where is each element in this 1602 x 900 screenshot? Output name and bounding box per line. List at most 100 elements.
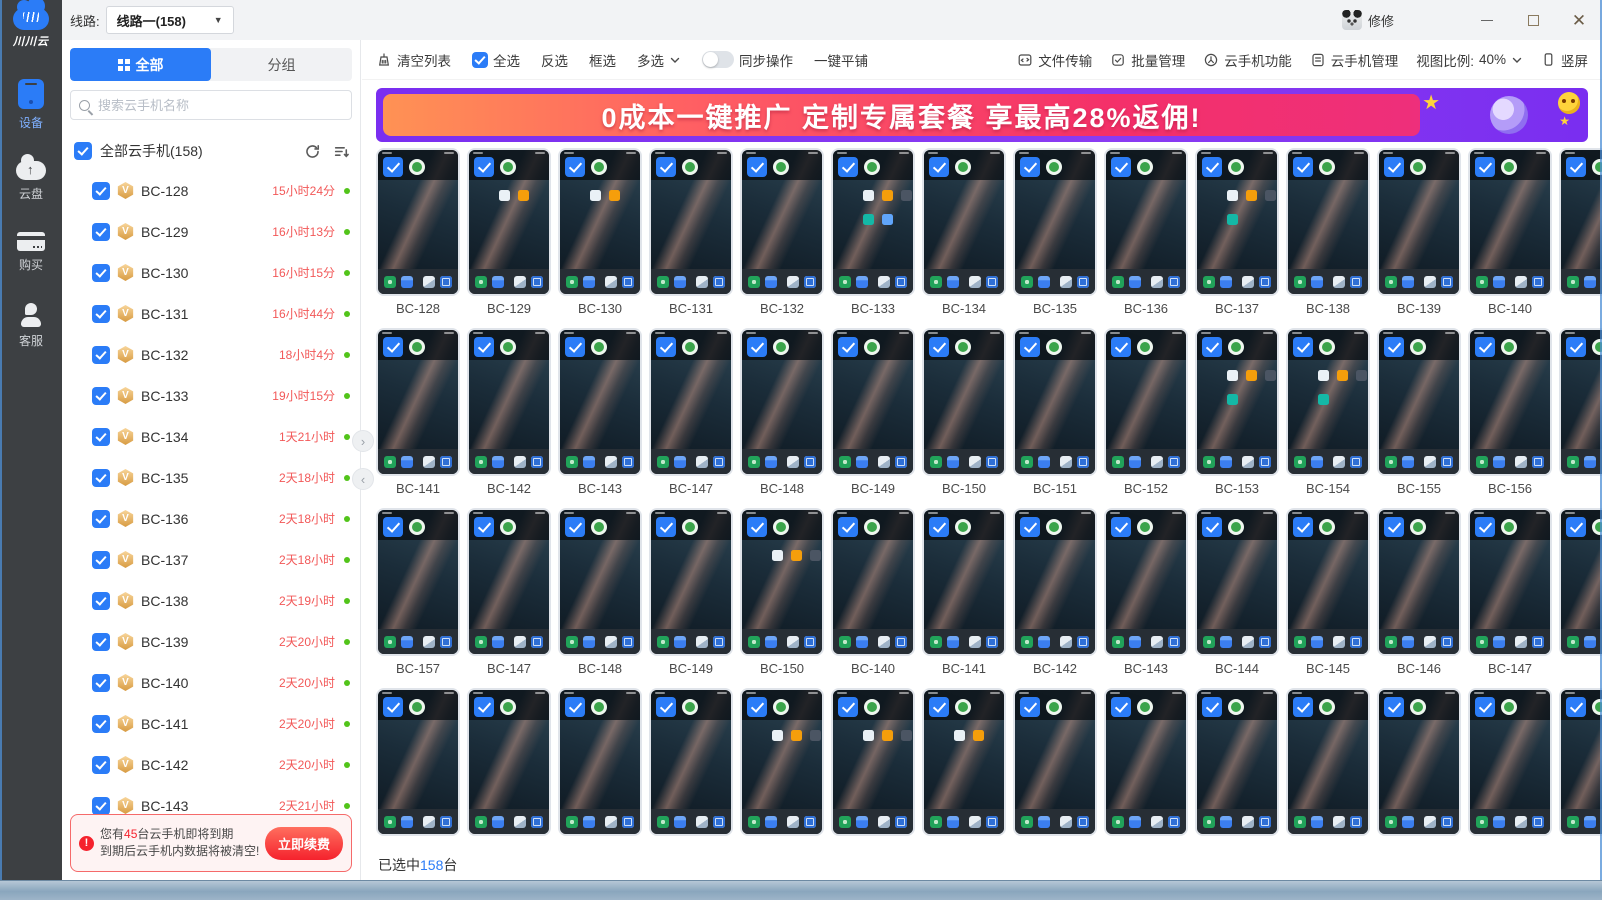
phone-checkbox[interactable] (1475, 517, 1495, 537)
phone-screen[interactable] (740, 148, 824, 296)
phone-screen[interactable] (1013, 688, 1097, 836)
close-button[interactable]: ✕ (1556, 0, 1602, 40)
phone-cell[interactable]: BC-150 (922, 328, 1006, 500)
phone-screen[interactable] (1286, 328, 1370, 476)
multi-select-dropdown[interactable]: 多选 (637, 50, 681, 70)
phone-checkbox[interactable] (383, 337, 403, 357)
phone-checkbox[interactable] (565, 337, 585, 357)
phone-checkbox[interactable] (838, 517, 858, 537)
sidebar-item-purchase[interactable]: 购买 (17, 232, 45, 273)
phone-cell-partial[interactable] (1559, 688, 1602, 850)
phone-screen[interactable] (1559, 328, 1602, 476)
phone-checkbox[interactable] (929, 517, 949, 537)
phone-checkbox[interactable] (1111, 697, 1131, 717)
phone-checkbox[interactable] (1020, 697, 1040, 717)
phone-cell[interactable]: BC-151 (1013, 328, 1097, 500)
phone-screen[interactable] (376, 328, 460, 476)
device-row[interactable]: V BC-130 16小时15分 (62, 252, 360, 293)
phone-cell[interactable]: BC-143 (558, 328, 642, 500)
phone-screen[interactable] (1286, 688, 1370, 836)
phone-screen[interactable] (922, 688, 1006, 836)
phone-cell-partial[interactable] (1559, 508, 1602, 680)
phone-screen[interactable] (831, 688, 915, 836)
device-checkbox[interactable] (92, 387, 110, 405)
phone-checkbox[interactable] (656, 517, 676, 537)
phone-cell[interactable] (376, 688, 460, 850)
phone-cell[interactable] (1013, 688, 1097, 850)
toggle-off-switch[interactable] (702, 51, 734, 68)
phone-screen[interactable] (1559, 508, 1602, 656)
phone-screen[interactable] (649, 688, 733, 836)
phone-screen[interactable] (1195, 688, 1279, 836)
device-checkbox[interactable] (92, 223, 110, 241)
phone-cell[interactable] (649, 688, 733, 850)
phone-screen[interactable] (1104, 508, 1188, 656)
phone-checkbox[interactable] (929, 697, 949, 717)
phone-screen[interactable] (1286, 148, 1370, 296)
device-checkbox[interactable] (92, 797, 110, 815)
refresh-icon[interactable] (304, 143, 321, 160)
phone-cell[interactable]: BC-152 (1104, 328, 1188, 500)
invert-select-button[interactable]: 反选 (541, 50, 568, 70)
phone-cell[interactable]: BC-142 (1013, 508, 1097, 680)
phone-checkbox[interactable] (929, 157, 949, 177)
phone-checkbox[interactable] (474, 697, 494, 717)
phone-cell[interactable]: BC-143 (1104, 508, 1188, 680)
phone-screen[interactable] (922, 508, 1006, 656)
phone-checkbox[interactable] (1384, 157, 1404, 177)
phone-functions-button[interactable]: 云手机功能 (1203, 50, 1292, 70)
device-checkbox[interactable] (92, 633, 110, 651)
phone-screen[interactable] (467, 328, 551, 476)
phone-cell[interactable]: BC-129 (467, 148, 551, 320)
phone-cell[interactable]: BC-153 (1195, 328, 1279, 500)
device-row[interactable]: V BC-134 1天21小时 (62, 416, 360, 457)
phone-checkbox[interactable] (1111, 517, 1131, 537)
phone-screen[interactable] (1468, 688, 1552, 836)
line-select-dropdown[interactable]: 线路一(158) ▼ (106, 6, 234, 34)
phone-screen[interactable] (1377, 508, 1461, 656)
phone-screen[interactable] (558, 508, 642, 656)
phone-checkbox[interactable] (656, 337, 676, 357)
phone-screen[interactable] (1104, 688, 1188, 836)
phone-cell[interactable]: BC-131 (649, 148, 733, 320)
device-row[interactable]: V BC-138 2天19小时 (62, 580, 360, 621)
phone-cell[interactable]: BC-132 (740, 148, 824, 320)
sync-operation-toggle[interactable]: 同步操作 (702, 50, 793, 70)
phone-checkbox[interactable] (747, 337, 767, 357)
device-row[interactable]: V BC-132 18小时4分 (62, 334, 360, 375)
phone-screen[interactable] (376, 688, 460, 836)
phone-cell[interactable]: BC-135 (1013, 148, 1097, 320)
device-checkbox[interactable] (92, 674, 110, 692)
phone-cell[interactable]: BC-133 (831, 148, 915, 320)
phone-screen[interactable] (1559, 148, 1602, 296)
phone-checkbox[interactable] (1202, 337, 1222, 357)
phone-checkbox[interactable] (1202, 157, 1222, 177)
phone-cell[interactable]: BC-142 (467, 328, 551, 500)
phone-cell[interactable] (740, 688, 824, 850)
phone-cell[interactable]: BC-149 (831, 328, 915, 500)
phone-cell[interactable] (1468, 688, 1552, 850)
phone-cell[interactable]: BC-148 (740, 328, 824, 500)
device-row[interactable]: V BC-142 2天20小时 (62, 744, 360, 785)
phone-checkbox[interactable] (1111, 337, 1131, 357)
phone-cell[interactable]: BC-156 (1468, 328, 1552, 500)
device-checkbox[interactable] (92, 510, 110, 528)
phone-screen[interactable] (922, 328, 1006, 476)
phone-screen[interactable] (1559, 688, 1602, 836)
phone-screen[interactable] (740, 328, 824, 476)
phone-checkbox[interactable] (383, 157, 403, 177)
device-row[interactable]: V BC-131 16小时44分 (62, 293, 360, 334)
user-avatar[interactable] (1342, 10, 1362, 30)
phone-cell-partial[interactable] (1559, 328, 1602, 500)
phone-screen[interactable] (1195, 328, 1279, 476)
maximize-button[interactable] (1510, 0, 1556, 40)
device-checkbox[interactable] (92, 756, 110, 774)
device-checkbox[interactable] (92, 305, 110, 323)
device-row[interactable]: V BC-128 15小时24分 (62, 170, 360, 211)
phone-cell[interactable]: BC-147 (467, 508, 551, 680)
phone-cell[interactable]: BC-154 (1286, 328, 1370, 500)
phone-checkbox[interactable] (1202, 697, 1222, 717)
portrait-mode-button[interactable]: 竖屏 (1541, 50, 1588, 70)
phone-cell[interactable]: BC-144 (1195, 508, 1279, 680)
phone-screen[interactable] (831, 328, 915, 476)
